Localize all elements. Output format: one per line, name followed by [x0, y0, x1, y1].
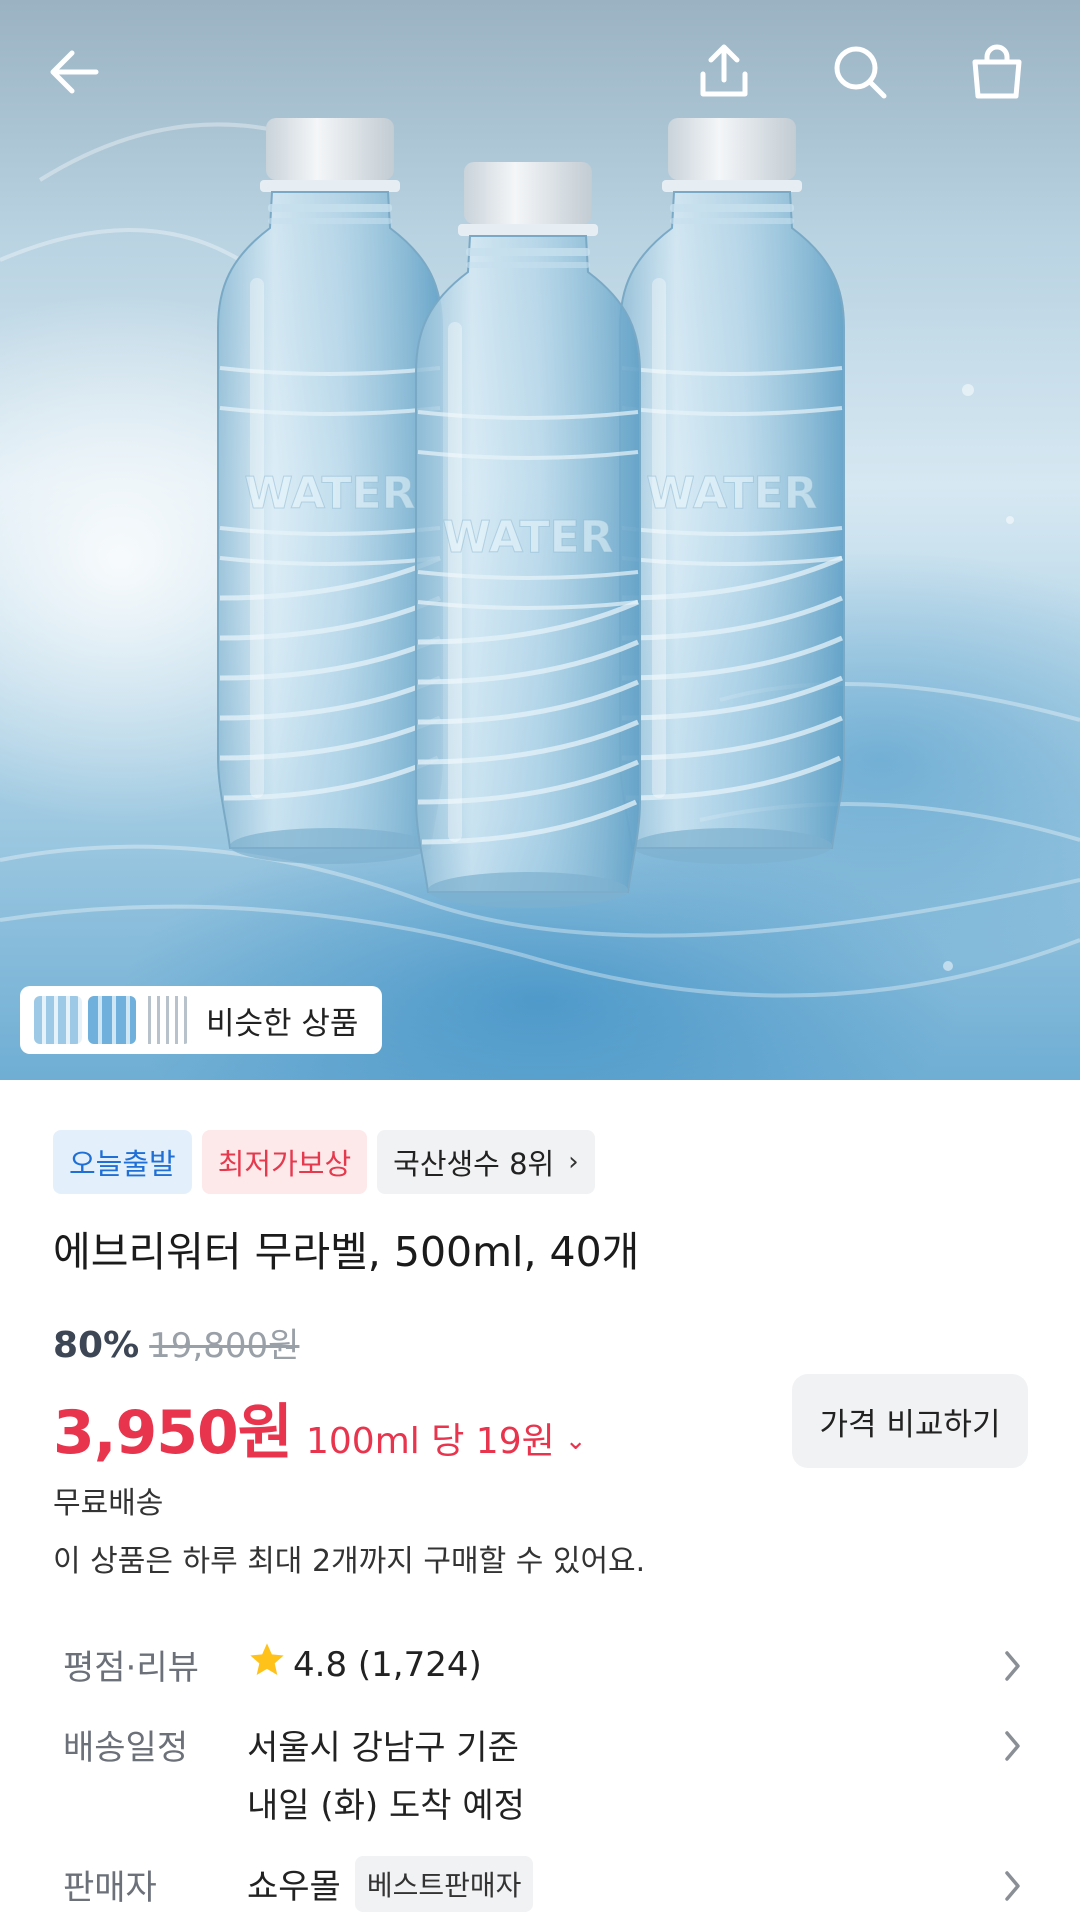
ranking-label: 국산생수 8위	[393, 1147, 555, 1181]
original-price: 19,800원	[149, 1326, 300, 1366]
delivery-eta: 내일 (화) 도착 예정	[247, 1786, 525, 1826]
rating-review-row[interactable]: 평점·리뷰 4.8 (1,724)	[0, 1640, 1080, 1700]
sale-price: 3,950원	[53, 1398, 293, 1468]
share-button[interactable]	[688, 36, 760, 108]
seller-label: 판매자	[63, 1868, 157, 1908]
bottle-embossing-right: WATER	[646, 468, 817, 519]
discount-rate: 80%	[53, 1325, 140, 1366]
rating-value: 4.8 (1,724)	[293, 1645, 482, 1685]
similar-products-button[interactable]: 비슷한 상품	[20, 986, 382, 1054]
rating-value-wrap: 4.8 (1,724)	[247, 1640, 482, 1685]
star-icon	[250, 1643, 284, 1675]
similar-products-thumbnails	[34, 996, 190, 1044]
similar-thumb-2	[88, 996, 136, 1044]
rating-label: 평점·리뷰	[63, 1648, 199, 1688]
similar-thumb-3	[142, 996, 190, 1044]
delivery-region: 서울시 강남구 기준	[247, 1728, 519, 1768]
today-ship-badge: 오늘출발	[53, 1130, 192, 1194]
seller-name: 쇼우몰	[247, 1867, 341, 1907]
badge-row: 오늘출발 최저가보상 국산생수 8위 ›	[53, 1130, 595, 1194]
compare-price-button[interactable]: 가격 비교하기	[792, 1374, 1028, 1468]
water-bottles-photo: WATER WATER WATER	[0, 0, 1080, 998]
bottle-embossing-front: WATER	[442, 512, 613, 563]
similar-thumb-1	[34, 996, 82, 1044]
share-upload-icon	[700, 44, 748, 97]
delivery-schedule-row[interactable]: 배송일정 서울시 강남구 기준 내일 (화) 도착 예정	[0, 1720, 1080, 1830]
discount-row: 80% 19,800원	[53, 1318, 299, 1367]
search-icon	[834, 46, 887, 99]
bottle-embossing-left: WATER	[244, 468, 415, 519]
arrow-left-icon	[50, 50, 99, 94]
back-button[interactable]	[38, 36, 110, 108]
cart-button[interactable]	[961, 36, 1033, 108]
seller-row[interactable]: 판매자 쇼우몰 베스트판매자	[0, 1856, 1080, 1916]
chevron-right-icon	[1005, 1871, 1020, 1901]
chevron-right-icon: ›	[568, 1147, 579, 1177]
chevron-right-icon	[1005, 1731, 1020, 1761]
purchase-limit-notice: 이 상품은 하루 최대 2개까지 구매할 수 있어요.	[53, 1544, 646, 1579]
shopping-bag-icon	[972, 44, 1022, 99]
delivery-label: 배송일정	[63, 1728, 189, 1768]
unit-price-label: 100ml 당 19원	[306, 1421, 555, 1462]
similar-products-label: 비슷한 상품	[206, 1005, 359, 1042]
product-image[interactable]: WATER WATER WATER 비슷한 상품	[0, 0, 1080, 1080]
search-button[interactable]	[824, 36, 896, 108]
best-seller-badge: 베스트판매자	[354, 1856, 534, 1912]
ranking-badge[interactable]: 국산생수 8위 ›	[377, 1130, 595, 1194]
shipping-info: 무료배송	[53, 1486, 164, 1521]
unit-price-toggle[interactable]: 100ml 당 19원 ⌄	[306, 1412, 587, 1464]
product-title: 에브리워터 무라벨, 500ml, 40개	[53, 1228, 640, 1276]
lowest-price-badge: 최저가보상	[201, 1130, 368, 1194]
price-row: 3,950원 100ml 당 19원 ⌄	[53, 1384, 587, 1471]
seller-info: 쇼우몰 베스트판매자	[247, 1856, 534, 1912]
chevron-down-icon: ⌄	[564, 1426, 587, 1456]
chevron-right-icon	[1005, 1651, 1020, 1681]
